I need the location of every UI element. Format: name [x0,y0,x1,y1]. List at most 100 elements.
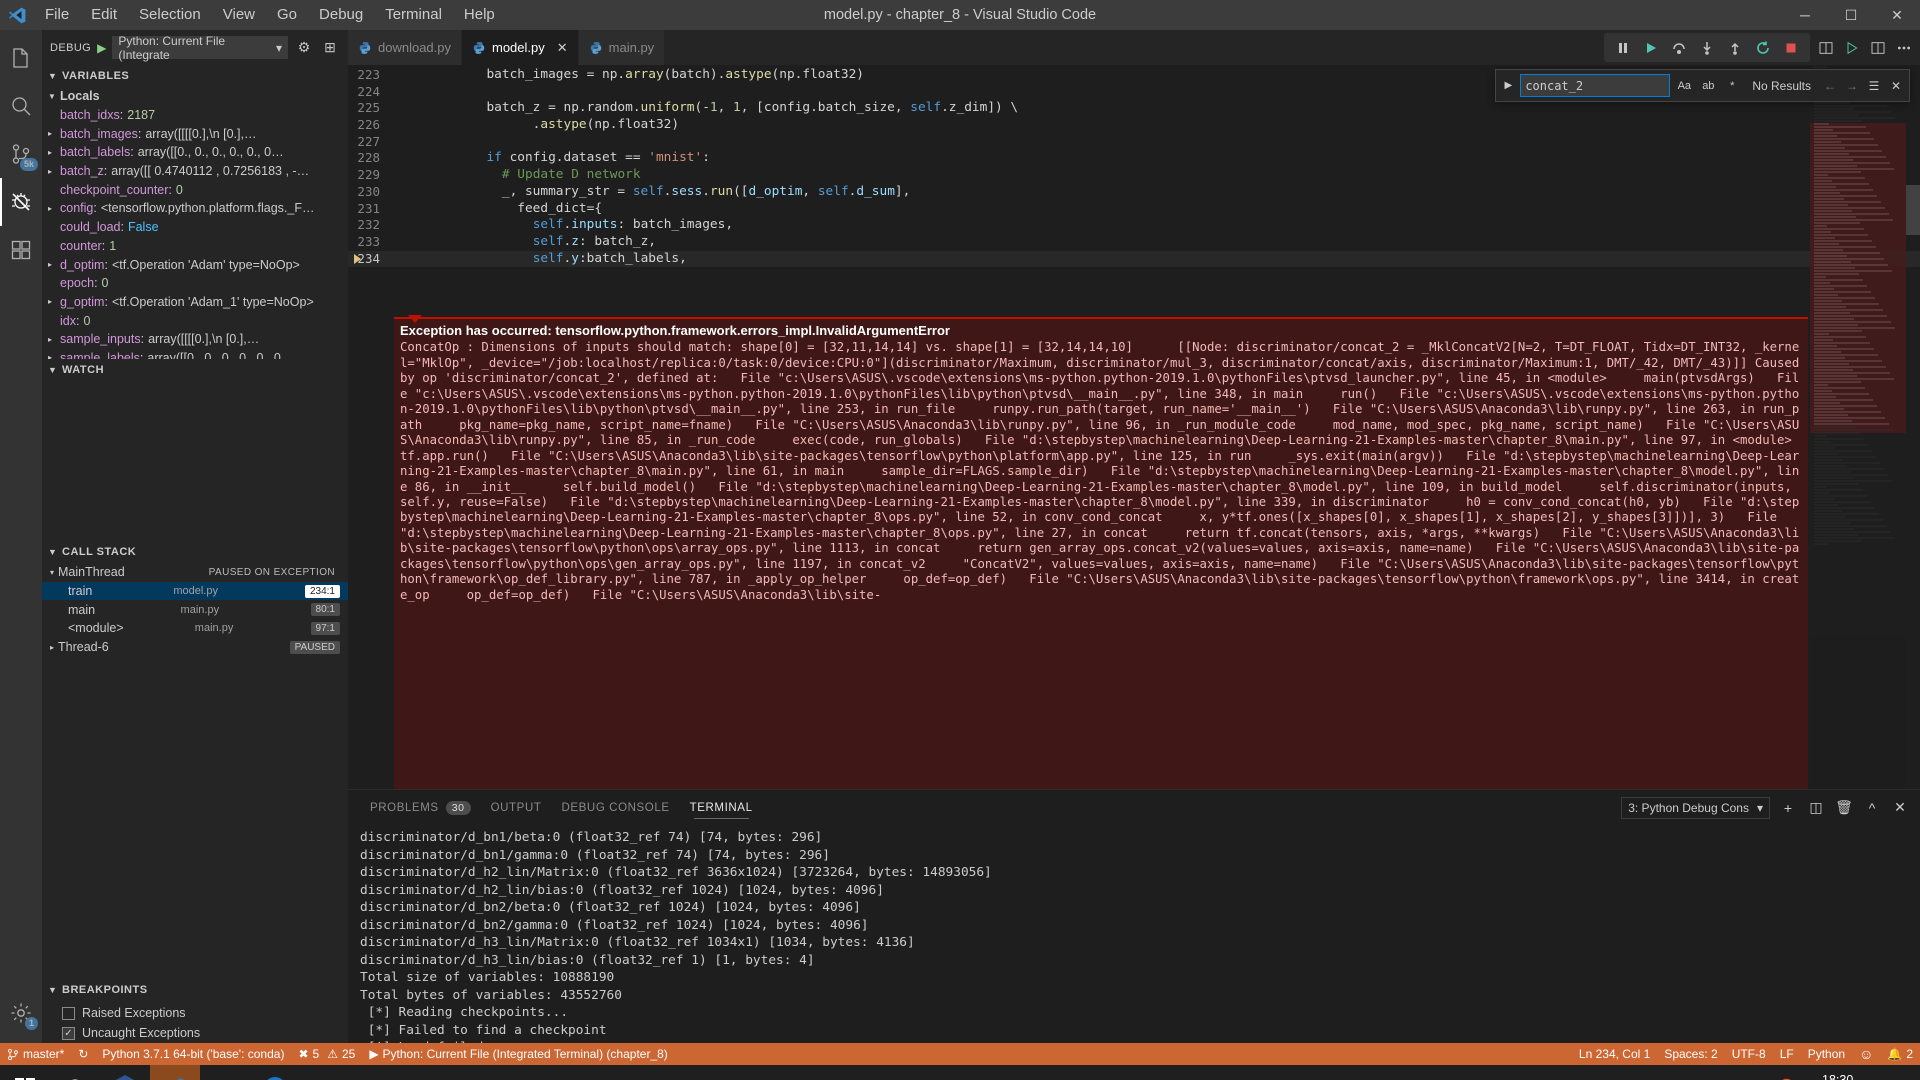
code-line[interactable]: 232 self.inputs: batch_images, [348,217,1920,234]
call-stack-body[interactable]: ▾ MainThread PAUSED ON EXCEPTION train model… [42,563,348,979]
section-header-watch[interactable]: ▼ WATCH [42,359,348,381]
start-button[interactable] [0,1065,50,1080]
variable-row[interactable]: could_load: False [42,218,348,237]
variable-row[interactable]: ▸ d_optim: <tf.Operation 'Adam' type=NoOp> [42,255,348,274]
kill-terminal-icon[interactable]: 🗑 [1834,798,1854,818]
scrollbar-thumb[interactable] [1906,185,1920,235]
variable-row[interactable]: checkpoint_counter:0 [42,180,348,199]
section-header-variables[interactable]: ▼ VARIABLES [42,65,348,87]
variable-row[interactable]: epoch:0 [42,274,348,293]
chevron-right-icon[interactable]: ▸ [48,260,60,269]
menu-selection[interactable]: Selection [128,0,212,30]
chevron-right-icon[interactable]: ▸ [48,129,60,138]
menu-file[interactable]: File [34,0,80,30]
panel-tab-debug-console[interactable]: DEBUG CONSOLE [551,790,679,825]
variable-row[interactable]: ▸ sample_inputs: array([[[[0.],\n [0.],… [42,330,348,349]
variables-body[interactable]: ▼ Locals batch_idxs:2187 ▸ batch_images: ar… [42,87,348,359]
debug-step-over-button[interactable] [1666,36,1692,60]
status-cursor-position[interactable]: Ln 234, Col 1 [1572,1043,1657,1065]
activity-source-control[interactable]: 5k [0,130,42,178]
find-expand-icon[interactable]: ▶ [1500,80,1516,91]
tab-model-py[interactable]: model.py ✕ [462,30,579,65]
code-line[interactable]: 230 _, summary_str = self.sess.run([d_op… [348,184,1920,201]
variable-row[interactable]: idx:0 [42,311,348,330]
code-line[interactable]: 233 self.z: batch_z, [348,234,1920,251]
word-app-button[interactable]: W [100,1065,150,1080]
panel-tab-problems[interactable]: PROBLEMS 30 [360,790,481,825]
section-header-breakpoints[interactable]: ▼ BREAKPOINTS [42,979,348,1001]
close-icon[interactable]: ✕ [557,40,568,56]
code-line[interactable]: 234 self.y:batch_labels, [348,250,1920,268]
debug-step-into-button[interactable] [1694,36,1720,60]
status-eol[interactable]: LF [1773,1043,1801,1065]
split-preview-icon[interactable] [1818,40,1834,56]
explorer-app-button[interactable] [200,1065,250,1080]
call-stack-row[interactable]: <module> main.py 97:1 [42,619,348,638]
chevron-right-icon[interactable]: ▸ [48,148,60,157]
call-stack-row[interactable]: train model.py 234:1 [42,581,348,601]
status-language-mode[interactable]: Python [1801,1043,1852,1065]
chevron-right-icon[interactable]: ▸ [48,167,60,176]
code-editor[interactable]: 223 batch_images = np.array(batch).astyp… [348,65,1920,789]
panel-tab-output[interactable]: OUTPUT [481,790,552,825]
status-encoding[interactable]: UTF-8 [1725,1043,1773,1065]
maximize-button[interactable]: ☐ [1828,0,1874,30]
gear-icon[interactable]: ⚙ [294,39,314,56]
activity-extensions[interactable] [0,226,42,274]
debug-stop-button[interactable] [1778,36,1804,60]
minimize-button[interactable]: ─ [1782,0,1828,30]
tab-download-py[interactable]: download.py [348,30,462,65]
debug-config-dropdown[interactable]: Python: Current File (Integrate ▾ [112,34,288,62]
find-previous-icon[interactable]: ← [1821,79,1839,93]
code-line[interactable]: 225 batch_z = np.random.uniform(-1, 1, [… [348,100,1920,117]
menu-help[interactable]: Help [453,0,506,30]
chevron-right-icon[interactable]: ▸ [48,297,60,306]
tab-main-py[interactable]: main.py [578,30,666,65]
more-actions-icon[interactable] [1896,40,1912,56]
chevron-right-icon[interactable]: ▸ [50,643,54,652]
close-panel-icon[interactable]: ✕ [1890,798,1910,818]
scope-locals[interactable]: ▼ Locals [42,87,348,106]
call-stack-row[interactable]: ▾ MainThread PAUSED ON EXCEPTION [42,563,348,582]
panel-tab-terminal[interactable]: TERMINAL [680,790,763,825]
activity-explorer[interactable] [0,34,42,82]
find-next-icon[interactable]: → [1843,79,1861,93]
activity-settings[interactable]: 1 [0,989,42,1037]
find-input[interactable]: concat_2 [1520,74,1671,97]
variable-row[interactable]: ▸ g_optim: <tf.Operation 'Adam_1' type=NoO… [42,293,348,312]
close-find-icon[interactable]: ✕ [1887,79,1905,93]
sogou-app-button[interactable] [250,1065,300,1080]
notifications-icon[interactable] [1880,1065,1914,1080]
match-case-icon[interactable]: Aa [1674,76,1694,96]
menu-go[interactable]: Go [266,0,308,30]
code-line[interactable]: 231 feed_dict={ [348,201,1920,218]
chevron-right-icon[interactable]: ▸ [48,204,60,213]
menu-edit[interactable]: Edit [80,0,128,30]
menu-terminal[interactable]: Terminal [374,0,453,30]
debug-restart-button[interactable] [1750,36,1776,60]
code-line[interactable]: 226 .astype(np.float32) [348,117,1920,134]
watch-body[interactable] [42,381,348,541]
terminal-selector[interactable]: 3: Python Debug Cons ▾ [1621,796,1770,819]
chevron-right-icon[interactable]: ▸ [48,335,60,344]
menu-view[interactable]: View [212,0,266,30]
variable-row[interactable]: ▸ batch_labels: array([[0., 0., 0., 0., 0.… [42,143,348,162]
cortana-search-button[interactable] [50,1065,100,1080]
call-stack-row[interactable]: ▸ Thread-6 PAUSED [42,638,348,657]
variable-row[interactable]: counter:1 [42,237,348,256]
editor-scrollbar[interactable] [1906,65,1920,789]
status-notifications[interactable]: 🔔 2 [1880,1043,1920,1065]
new-terminal-icon[interactable]: + [1778,798,1798,818]
split-editor-icon[interactable] [1870,40,1886,56]
status-problems[interactable]: ✖ 5 ⚠ 25 [291,1043,362,1065]
close-button[interactable]: ✕ [1874,0,1920,30]
terminal-output[interactable]: discriminator/d_bn1/beta:0 (float32_ref … [348,825,1920,1043]
open-debug-console-icon[interactable]: ⊞ [320,39,340,56]
debug-pause-button[interactable] [1610,36,1636,60]
status-indentation[interactable]: Spaces: 2 [1657,1043,1724,1065]
debug-step-out-button[interactable] [1722,36,1748,60]
status-branch[interactable]: master* [0,1043,71,1065]
activity-search[interactable] [0,82,42,130]
find-in-selection-icon[interactable]: ☰ [1865,79,1883,93]
run-file-icon[interactable] [1844,40,1860,56]
